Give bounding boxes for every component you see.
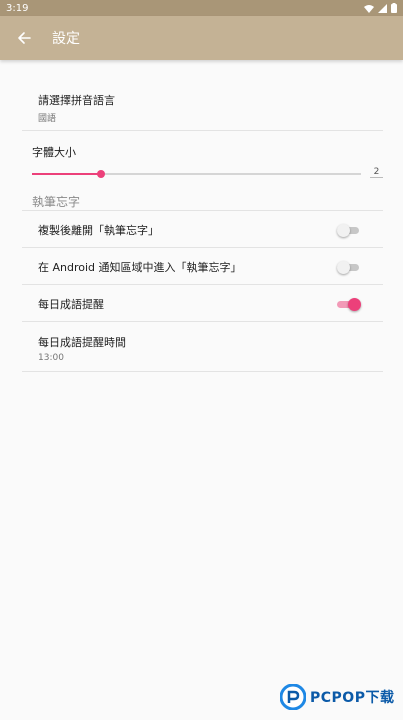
switch-thumb [337,261,350,274]
toggle-row-daily-reminder[interactable]: 每日成語提醒 [22,296,383,314]
switch-thumb [348,298,361,311]
pcpop-logo-icon [280,684,306,710]
language-preference[interactable]: 請選擇拼音語言 國語 [22,92,383,124]
divider [22,247,383,248]
reminder-time-preference[interactable]: 每日成語提醒時間 13:00 [22,334,383,363]
font-size-value: 2 [370,167,383,178]
app-bar: 設定 [0,16,403,60]
toggle-row-notification[interactable]: 在 Android 通知區域中進入「執筆忘字」 [22,259,383,277]
divider [22,210,383,211]
divider [22,371,383,372]
toggle-row-copy-exit[interactable]: 複製後離開「執筆忘字」 [22,222,383,240]
status-time: 3:19 [6,2,29,14]
watermark: PCPOP下载 [280,684,394,710]
reminder-time-title: 每日成語提醒時間 [38,336,126,349]
reminder-time-summary: 13:00 [38,353,64,363]
back-button[interactable] [2,16,46,60]
language-preference-summary: 國語 [38,114,57,124]
font-size-slider-thumb[interactable] [97,170,106,178]
divider [22,284,383,285]
daily-reminder-switch[interactable] [337,297,361,311]
status-bar: 3:19 [0,0,403,16]
wifi-icon [364,4,374,13]
notification-switch[interactable] [337,260,359,274]
font-size-slider-fill [32,173,102,175]
divider [22,321,383,322]
toggle-label: 每日成語提醒 [38,298,104,311]
signal-icon [378,3,387,13]
copy-exit-switch[interactable] [337,223,359,237]
toggle-label: 複製後離開「執筆忘字」 [38,224,159,237]
watermark-text: PCPOP下载 [310,690,395,706]
status-icons [364,3,397,13]
language-preference-title: 請選擇拼音語言 [38,94,115,107]
divider [22,130,383,131]
toggle-label: 在 Android 通知區域中進入「執筆忘字」 [38,261,242,274]
battery-icon [391,3,397,13]
font-size-preference: 字體大小 [22,144,383,160]
section-header: 執筆忘字 [32,195,81,209]
font-size-title: 字體大小 [32,146,76,159]
switch-thumb [337,224,350,237]
page-title: 設定 [52,31,80,47]
arrow-left-icon [18,32,31,44]
